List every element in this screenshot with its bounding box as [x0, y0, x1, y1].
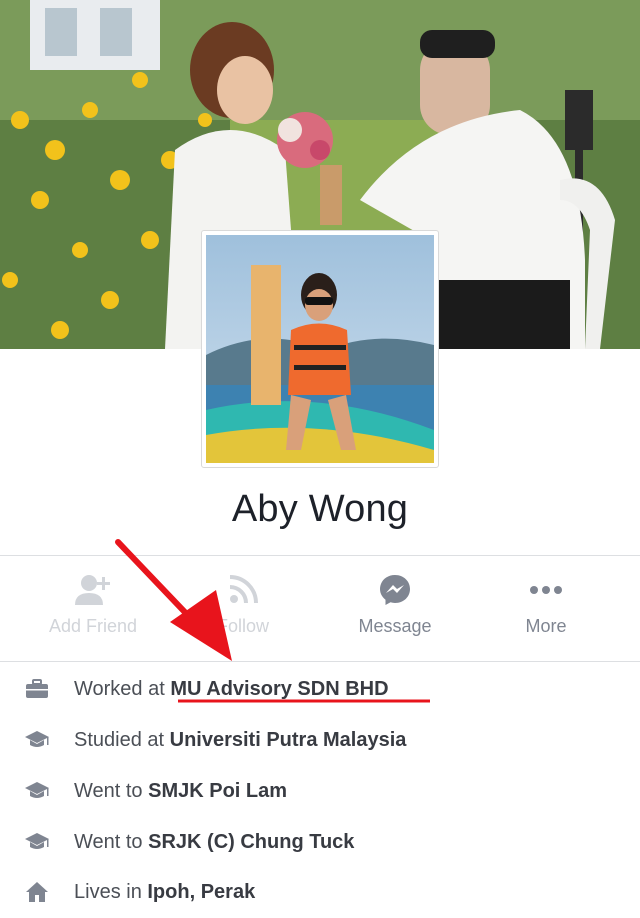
graduation-cap-icon	[25, 833, 49, 849]
message-label: Message	[358, 616, 432, 636]
profile-action-bar: Add Friend Follow Message More	[0, 568, 640, 660]
graduation-cap-icon	[25, 731, 49, 747]
graduation-cap-icon	[25, 782, 49, 798]
profile-name: Aby Wong	[231, 488, 409, 530]
about-item-lives-in[interactable]: Lives in Ipoh, Perak	[0, 867, 640, 917]
messenger-icon	[380, 575, 410, 605]
more-label: More	[525, 616, 567, 636]
about-text-lives-in: Lives in Ipoh, Perak	[74, 880, 256, 903]
about-text-university: Studied at Universiti Putra Malaysia	[74, 728, 407, 751]
add-friend-icon	[75, 575, 110, 605]
employer-name: MU Advisory SDN BHD	[170, 677, 389, 700]
follow-label: Follow	[216, 616, 269, 636]
about-item-school-2[interactable]: Went to SRJK (C) Chung Tuck	[0, 817, 640, 867]
profile-picture[interactable]	[201, 230, 439, 468]
about-text-school-2: Went to SRJK (C) Chung Tuck	[74, 830, 355, 853]
add-friend-label: Add Friend	[48, 616, 138, 636]
add-friend-button[interactable]: Add Friend	[18, 568, 168, 637]
message-button[interactable]: Message	[320, 568, 470, 637]
about-item-work[interactable]: Worked at MU Advisory SDN BHD	[0, 664, 640, 714]
about-item-university[interactable]: Studied at Universiti Putra Malaysia	[0, 715, 640, 765]
follow-button[interactable]: Follow	[168, 568, 318, 637]
about-text-school-1: Went to SMJK Poi Lam	[74, 779, 288, 802]
divider-bottom	[0, 661, 640, 662]
divider-top	[0, 555, 640, 556]
briefcase-icon	[26, 679, 48, 698]
about-text-work: Worked at MU Advisory SDN BHD	[74, 677, 389, 700]
more-button[interactable]: More	[471, 568, 621, 637]
profile-photo-illustration	[206, 235, 434, 463]
about-item-school-1[interactable]: Went to SMJK Poi Lam	[0, 766, 640, 816]
house-icon	[26, 882, 48, 902]
more-dots-icon	[530, 586, 562, 594]
rss-icon	[229, 575, 258, 604]
